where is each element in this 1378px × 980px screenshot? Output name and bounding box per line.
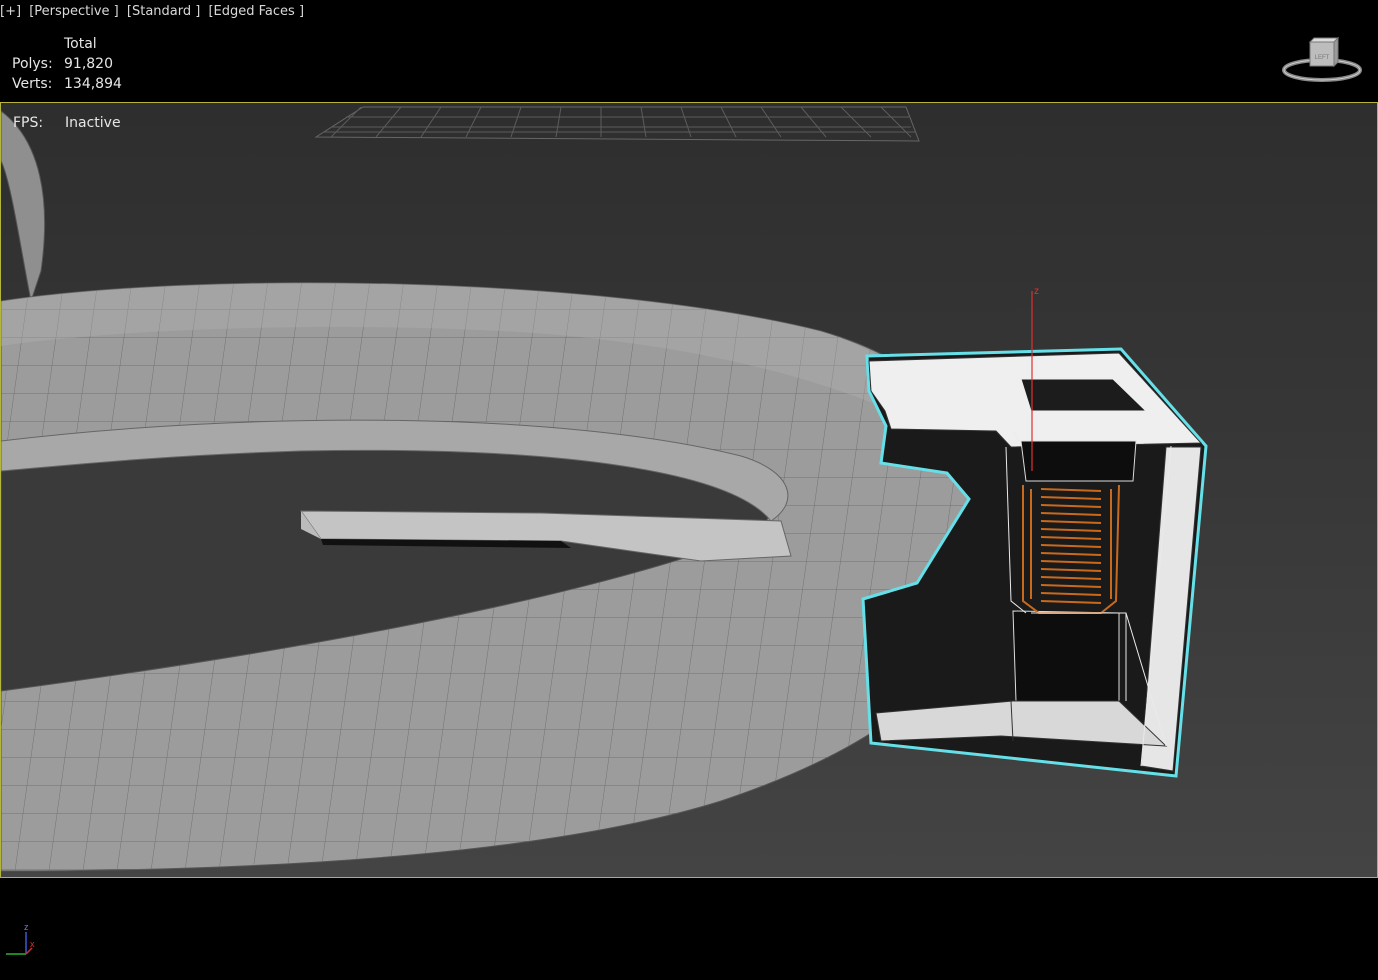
statistics-overlay: Total Polys: 91,820 Verts: 134,894 bbox=[12, 34, 122, 94]
home-grid bbox=[314, 106, 920, 142]
viewport-label-menu[interactable]: [+] [Perspective ] [Standard ] [Edged Fa… bbox=[0, 4, 308, 26]
fps-readout: FPS: Inactive bbox=[13, 115, 121, 131]
polys-label: Polys: bbox=[12, 56, 53, 72]
verts-label: Verts: bbox=[12, 76, 53, 92]
fps-value: Inactive bbox=[65, 115, 121, 131]
torus-mesh bbox=[1, 282, 1006, 872]
svg-text:z: z bbox=[1034, 286, 1039, 297]
fps-label: FPS: bbox=[13, 115, 44, 131]
axis-z-label: z bbox=[24, 922, 29, 932]
viewport-display-mode-menu[interactable]: [Edged Faces ] bbox=[208, 4, 304, 19]
viewport-plus-menu[interactable]: [+] bbox=[0, 4, 21, 19]
viewport-shading-mode-menu[interactable]: [Standard ] bbox=[127, 4, 200, 19]
axis-x-label: x bbox=[30, 939, 35, 949]
perspective-viewport[interactable]: z FPS: Inactive bbox=[0, 102, 1378, 878]
stats-header: Total bbox=[64, 36, 97, 52]
verts-value: 134,894 bbox=[64, 76, 122, 92]
polys-value: 91,820 bbox=[64, 56, 113, 72]
axis-tripod-icon: z x bbox=[6, 922, 35, 955]
viewport-point-of-view-menu[interactable]: [Perspective ] bbox=[29, 4, 119, 19]
viewcube-icon[interactable]: LEFT bbox=[1280, 34, 1364, 90]
viewcube-face-label: LEFT bbox=[1315, 55, 1330, 61]
